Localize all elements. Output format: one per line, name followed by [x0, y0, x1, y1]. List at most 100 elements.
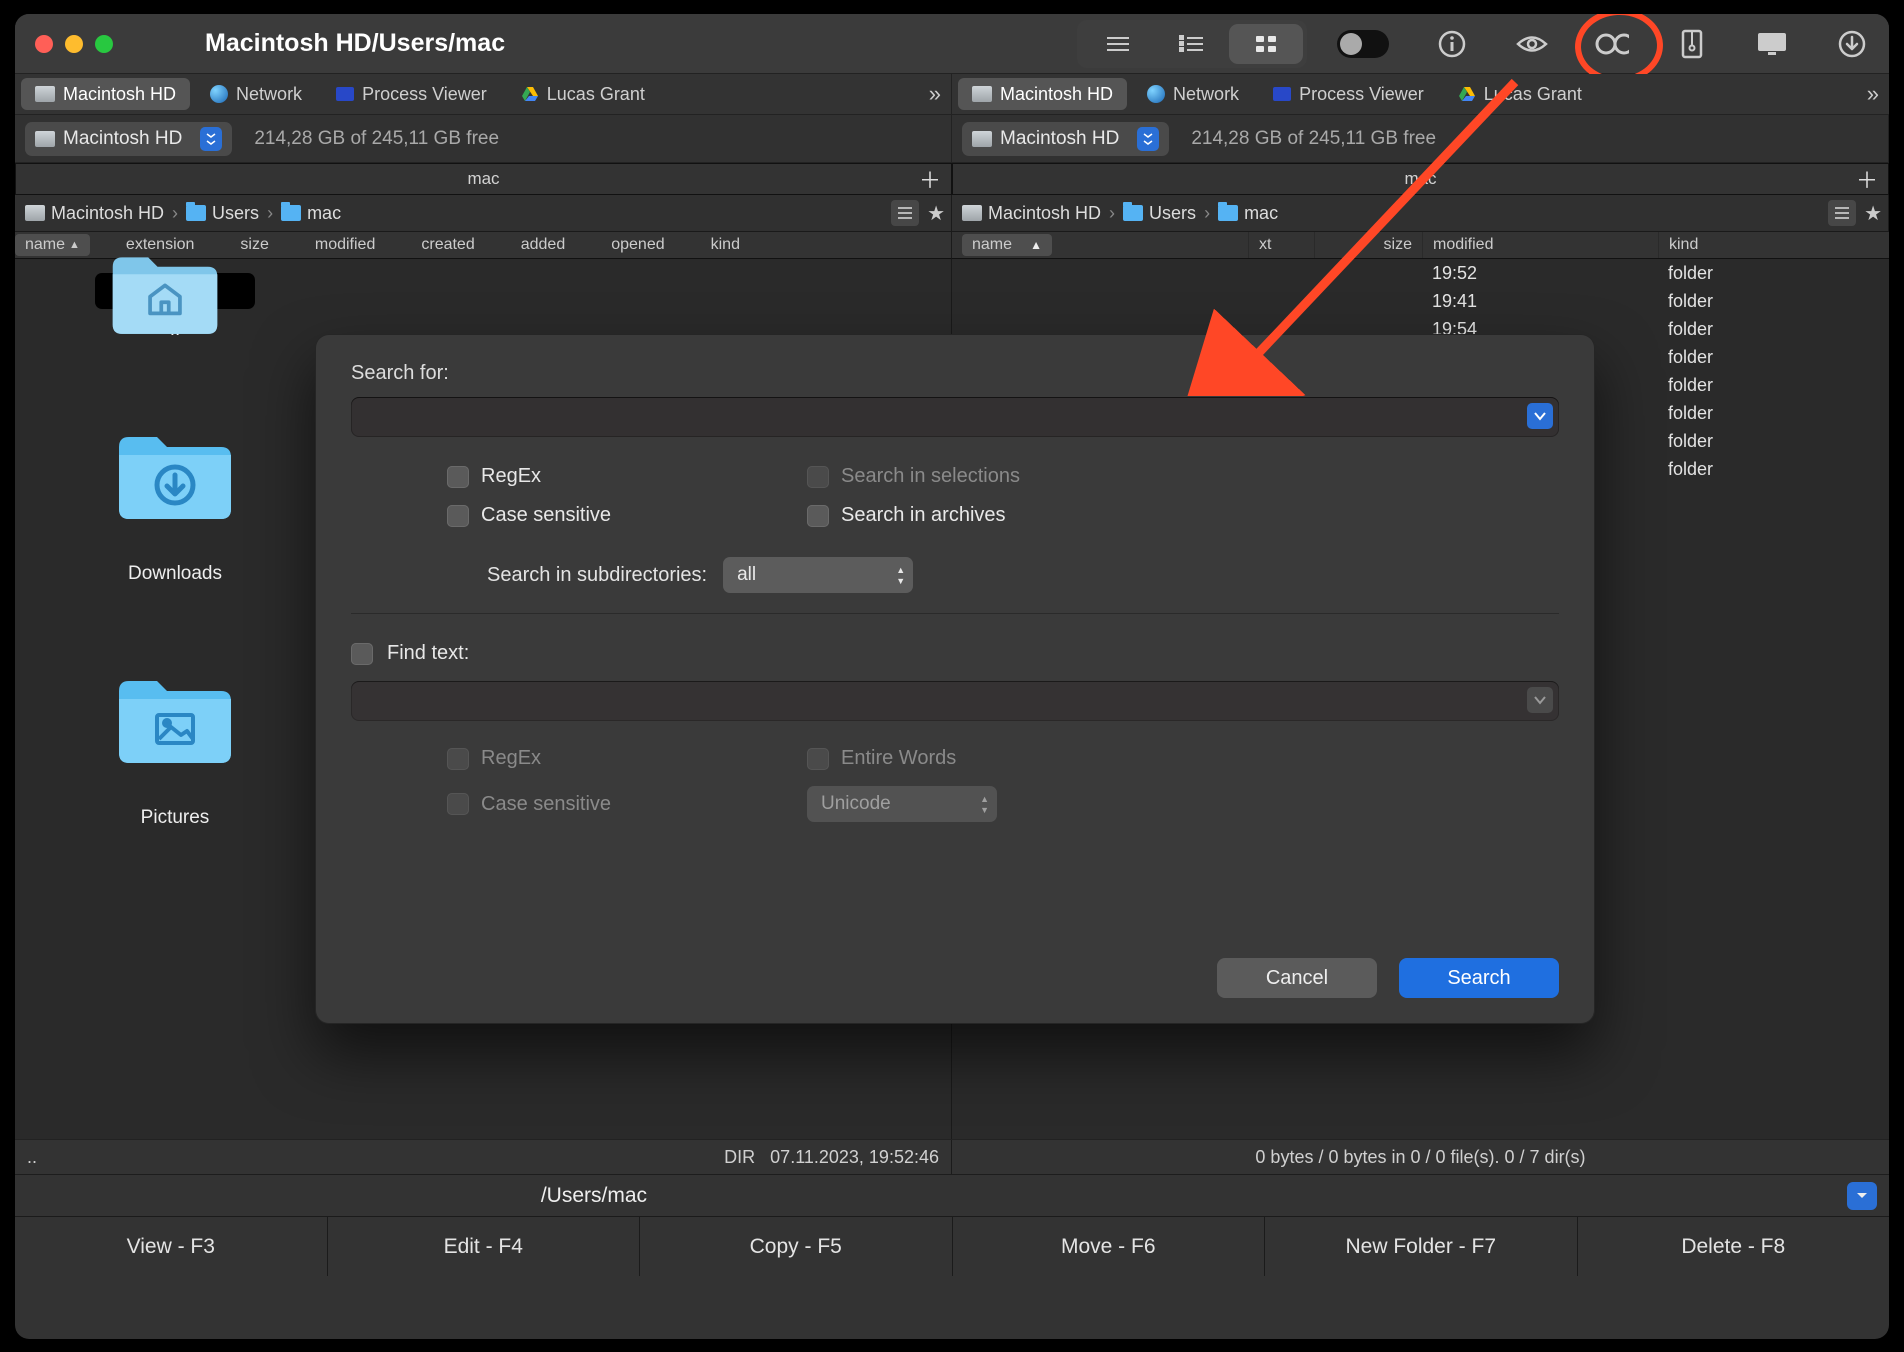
- gdrive-icon: [521, 86, 539, 102]
- chk-entire-words: Entire Words: [807, 747, 1167, 770]
- tab-network[interactable]: Network: [196, 78, 316, 110]
- view-list[interactable]: [1081, 24, 1155, 64]
- list-item[interactable]: 19:52folder: [952, 259, 1889, 287]
- tab-process-viewer[interactable]: Process Viewer: [322, 78, 501, 110]
- breadcrumb-seg[interactable]: Macintosh HD: [25, 203, 164, 224]
- item-downloads[interactable]: Downloads: [95, 393, 255, 585]
- desktop-icon[interactable]: [1755, 27, 1789, 61]
- breadcrumb-seg[interactable]: mac: [281, 203, 341, 224]
- close-window[interactable]: [35, 35, 53, 53]
- list-toggle-left[interactable]: [891, 200, 919, 226]
- zoom-window[interactable]: [95, 35, 113, 53]
- item-pictures[interactable]: Pictures: [95, 637, 255, 829]
- favorite-left[interactable]: ★: [927, 201, 945, 226]
- favorite-right[interactable]: ★: [1864, 201, 1882, 226]
- cancel-button[interactable]: Cancel: [1217, 958, 1377, 998]
- toolbar-icons: [1337, 27, 1869, 61]
- window-title: Macintosh HD/Users/mac: [205, 29, 505, 58]
- tabs-overflow[interactable]: »: [929, 81, 941, 107]
- minimize-window[interactable]: [65, 35, 83, 53]
- folder-icon: [1123, 205, 1143, 221]
- list-item[interactable]: 19:41folder: [952, 287, 1889, 315]
- folder-pictures-icon: [95, 637, 255, 797]
- breadcrumb-seg[interactable]: mac: [1218, 203, 1278, 224]
- tab-network-r[interactable]: Network: [1133, 78, 1253, 110]
- right-tabs: Macintosh HD Network Process Viewer Luca…: [952, 74, 1889, 114]
- col-ext-r[interactable]: xt: [1248, 232, 1314, 258]
- drive-row-left: Macintosh HD 214,28 GB of 245,11 GB free: [15, 115, 952, 163]
- col-created[interactable]: created: [411, 236, 484, 254]
- path-text[interactable]: /Users/mac: [27, 1184, 647, 1208]
- breadcrumb-seg[interactable]: Users: [1123, 203, 1196, 224]
- tabs-overflow-r[interactable]: »: [1867, 81, 1879, 107]
- tab-title-right[interactable]: mac＋: [952, 163, 1889, 195]
- fkey-copy[interactable]: Copy - F5: [640, 1217, 953, 1276]
- download-icon[interactable]: [1835, 27, 1869, 61]
- tab-process-viewer-r[interactable]: Process Viewer: [1259, 78, 1438, 110]
- app-icon: [1273, 87, 1291, 101]
- drive-select-left[interactable]: Macintosh HD: [25, 122, 232, 156]
- chk-case-sensitive[interactable]: Case sensitive: [447, 504, 807, 527]
- chk-regex[interactable]: RegEx: [447, 465, 807, 488]
- tab-macintosh-hd[interactable]: Macintosh HD: [21, 78, 190, 110]
- tab-lucas-grant-r[interactable]: Lucas Grant: [1444, 78, 1596, 110]
- tab-macintosh-hd-r[interactable]: Macintosh HD: [958, 78, 1127, 110]
- find-text-input: [351, 681, 1559, 721]
- chevron-down-icon: [1857, 1193, 1867, 1203]
- add-tab-right[interactable]: ＋: [1856, 163, 1878, 195]
- quicklook-icon[interactable]: [1515, 27, 1549, 61]
- col-added[interactable]: added: [511, 236, 576, 254]
- search-history-dropdown[interactable]: [1527, 403, 1553, 429]
- drive-icon: [35, 86, 55, 102]
- view-mode-segment: [1077, 20, 1307, 68]
- search-icon[interactable]: [1595, 27, 1629, 61]
- list-toggle-right[interactable]: [1828, 200, 1856, 226]
- globe-icon: [1147, 85, 1165, 103]
- checkbox-icon: [447, 793, 469, 815]
- col-size-r[interactable]: size: [1314, 232, 1422, 258]
- cols-right: name▲ xt size modified kind: [952, 231, 1889, 259]
- search-button[interactable]: Search: [1399, 958, 1559, 998]
- checkbox-icon: [807, 466, 829, 488]
- chevron-down-icon: [200, 127, 222, 151]
- search-input[interactable]: [351, 397, 1559, 437]
- col-modified-r[interactable]: modified: [1422, 232, 1658, 258]
- fkey-view[interactable]: View - F3: [15, 1217, 328, 1276]
- col-kind[interactable]: kind: [701, 236, 750, 254]
- tab-title-left[interactable]: mac＋: [15, 163, 952, 195]
- view-columns[interactable]: [1155, 24, 1229, 64]
- path-picker[interactable]: [1847, 1182, 1877, 1210]
- col-opened[interactable]: opened: [601, 236, 674, 254]
- drive-select-right[interactable]: Macintosh HD: [962, 122, 1169, 156]
- fkey-move[interactable]: Move - F6: [953, 1217, 1266, 1276]
- info-icon[interactable]: [1435, 27, 1469, 61]
- col-name-r[interactable]: name▲: [952, 232, 1248, 258]
- breadcrumb-seg[interactable]: Macintosh HD: [962, 203, 1101, 224]
- col-kind-r[interactable]: kind: [1658, 232, 1889, 258]
- add-tab-left[interactable]: ＋: [919, 163, 941, 195]
- fkey-newfolder[interactable]: New Folder - F7: [1265, 1217, 1578, 1276]
- fkey-bar: View - F3 Edit - F4 Copy - F5 Move - F6 …: [15, 1216, 1889, 1276]
- updown-icon: ▲▼: [896, 565, 905, 586]
- col-size[interactable]: size: [230, 236, 278, 254]
- gdrive-icon: [1458, 86, 1476, 102]
- tab-lucas-grant[interactable]: Lucas Grant: [507, 78, 659, 110]
- col-modified[interactable]: modified: [305, 236, 385, 254]
- status-rows: .. DIR 07.11.2023, 19:52:46 0 bytes / 0 …: [15, 1139, 1889, 1174]
- fkey-edit[interactable]: Edit - F4: [328, 1217, 641, 1276]
- checkbox-icon: [447, 505, 469, 527]
- tab-title-rows: mac＋ mac＋: [15, 163, 1889, 195]
- find-text-row[interactable]: Find text:: [351, 642, 1559, 665]
- dark-mode-toggle[interactable]: [1337, 30, 1389, 58]
- view-icons[interactable]: [1229, 24, 1303, 64]
- column-headers: name▲ extension size modified created ad…: [15, 231, 1889, 259]
- chk-search-archives[interactable]: Search in archives: [807, 504, 1167, 527]
- item-parent[interactable]: ..: [95, 273, 255, 341]
- col-name[interactable]: name▲: [15, 234, 90, 256]
- search-for-label: Search for:: [351, 362, 1559, 385]
- breadcrumb-seg[interactable]: Users: [186, 203, 259, 224]
- subdirs-select[interactable]: all▲▼: [723, 557, 913, 593]
- fkey-delete[interactable]: Delete - F8: [1578, 1217, 1890, 1276]
- globe-icon: [210, 85, 228, 103]
- archive-icon[interactable]: [1675, 27, 1709, 61]
